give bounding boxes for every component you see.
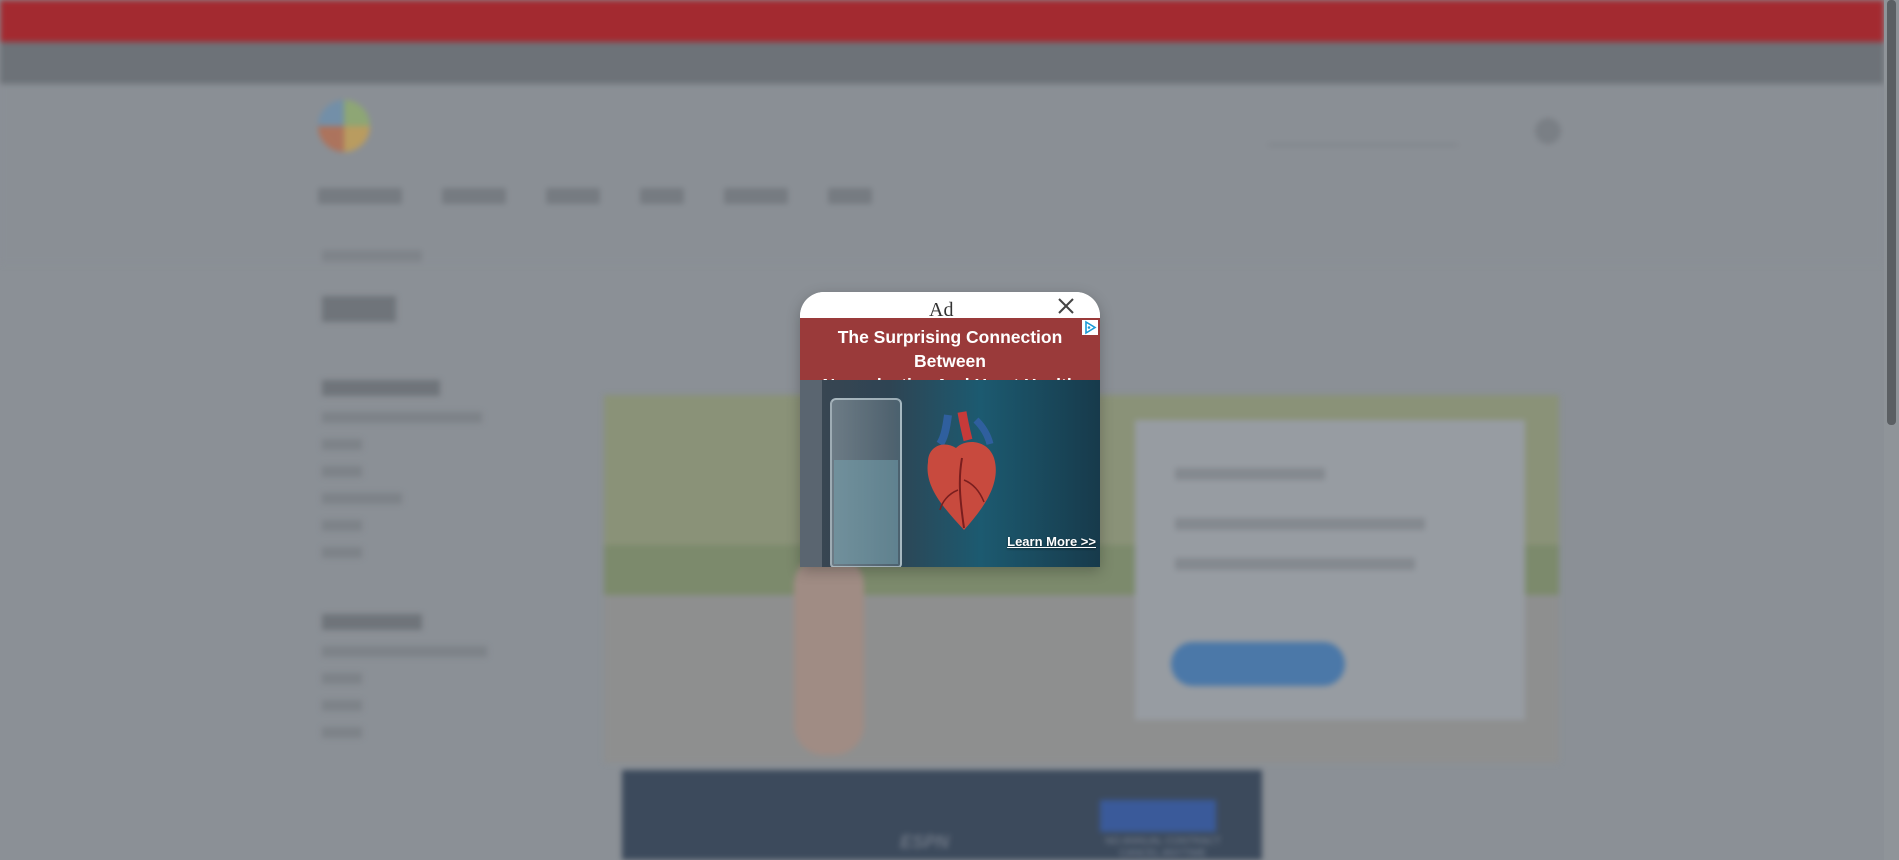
scrollbar-thumb[interactable]	[1887, 0, 1896, 425]
main-nav	[318, 188, 872, 204]
learn-more-link[interactable]: Learn More >>	[1007, 534, 1096, 549]
nav-item	[828, 188, 872, 204]
sidebar	[322, 380, 492, 754]
nav-item	[318, 188, 402, 204]
sidebar-item	[322, 520, 362, 531]
sidebar-title	[322, 380, 440, 396]
sidebar-title	[322, 614, 422, 630]
site-logo-text	[382, 113, 472, 133]
site-header	[0, 84, 1884, 264]
heart-illustration	[927, 411, 996, 530]
newsletter-text	[1175, 518, 1425, 530]
bottom-ad-tagline-line: CANCEL ANYTIME	[1119, 848, 1207, 859]
newsletter-card	[1135, 420, 1525, 720]
sidebar-item	[322, 673, 362, 684]
newsletter-text	[1175, 558, 1415, 570]
bottom-ad-tagline: NO ANNUAL CONTRACT CANCEL ANYTIME	[1098, 836, 1228, 860]
bottom-ad-cta	[1100, 800, 1216, 832]
account-icon	[1535, 118, 1561, 144]
nav-item	[640, 188, 684, 204]
water-glass-illustration	[830, 398, 902, 567]
nav-item	[442, 188, 506, 204]
sidebar-item	[322, 439, 362, 450]
sidebar-item	[322, 493, 402, 504]
interstitial-ad-modal: Ad The Surprising Connection Between Nan…	[800, 292, 1100, 567]
ad-headline-line: The Surprising Connection Between	[837, 327, 1063, 371]
promo-banner	[0, 0, 1884, 42]
bottom-banner-ad: ESPN NO ANNUAL CONTRACT CANCEL ANYTIME	[622, 770, 1262, 860]
hero-person	[794, 555, 864, 755]
close-button[interactable]	[1054, 294, 1078, 318]
modal-header: Ad	[800, 292, 1100, 321]
nav-item	[724, 188, 788, 204]
ad-creative[interactable]: The Surprising Connection Between Nanopl…	[800, 318, 1100, 567]
sidebar-item	[322, 727, 362, 738]
bottom-ad-tagline-line: NO ANNUAL CONTRACT	[1105, 836, 1221, 847]
sidebar-item	[322, 700, 362, 711]
nav-item	[546, 188, 600, 204]
top-navigation-strip	[0, 42, 1884, 84]
sidebar-item	[322, 466, 362, 477]
close-icon	[1058, 298, 1074, 314]
sidebar-item	[322, 412, 482, 423]
ad-image-window	[800, 380, 822, 567]
bottom-ad-brand: ESPN	[900, 832, 950, 852]
adchoices-icon[interactable]	[1082, 320, 1098, 335]
ad-image[interactable]: Learn More >>	[800, 380, 1100, 567]
breadcrumb	[322, 250, 422, 262]
newsletter-subscribe-button	[1171, 642, 1345, 686]
sidebar-item	[322, 547, 362, 558]
water-illustration	[834, 460, 898, 564]
newsletter-title	[1175, 468, 1325, 480]
sidebar-item	[322, 646, 487, 657]
site-logo-icon	[318, 100, 370, 152]
ad-headline[interactable]: The Surprising Connection Between Nanopl…	[800, 318, 1100, 395]
search-input	[1268, 118, 1458, 146]
page-title	[322, 296, 396, 322]
